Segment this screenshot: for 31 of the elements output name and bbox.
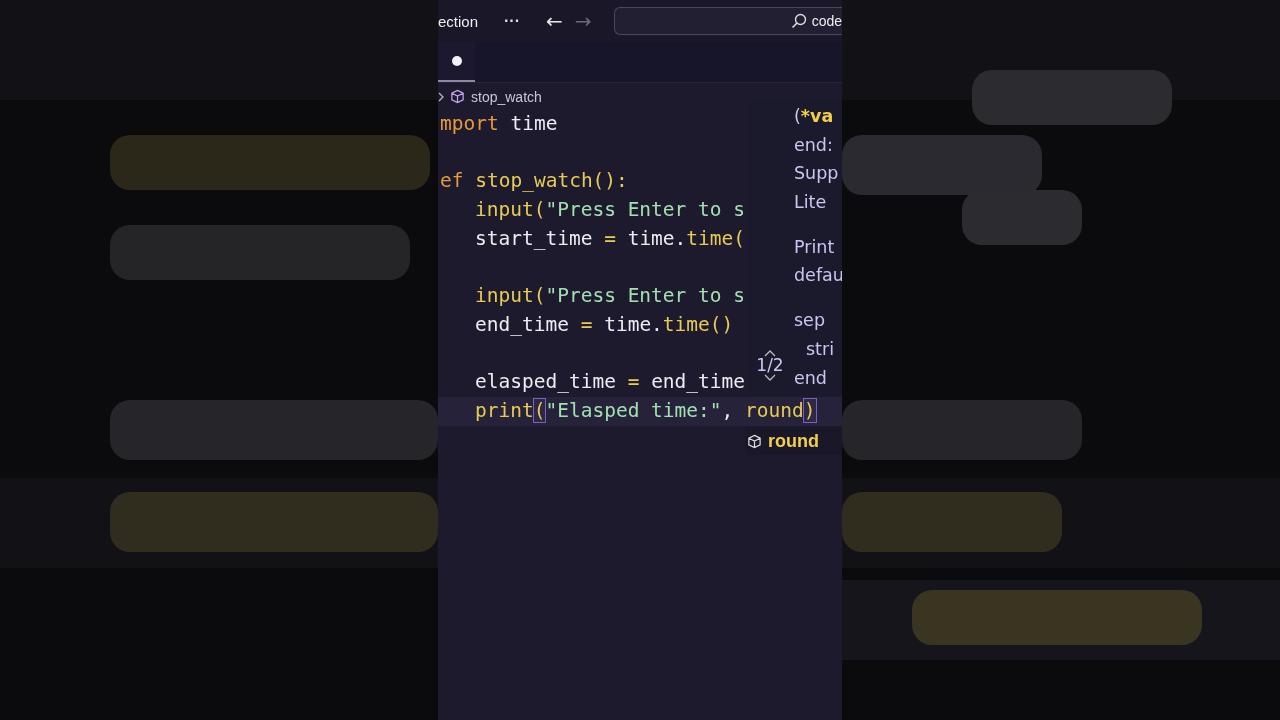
code-line: end_time = time.time(): [474, 311, 734, 338]
suggestion-item[interactable]: round: [745, 427, 842, 455]
parameter-name: sep: [794, 309, 825, 333]
code-line: print("Elasped time:", round): [474, 397, 816, 424]
parameter-doc: stri: [806, 337, 835, 361]
chevron-up-icon[interactable]: [764, 350, 776, 357]
hover-text: Lite: [794, 191, 827, 215]
code-line: elasped_time = end_time: [474, 369, 746, 396]
code-line: start_time = time.time(: [474, 225, 746, 252]
chevron-right-icon: [438, 91, 444, 102]
signature-text: (*va: [794, 105, 834, 128]
hover-text: Supp: [794, 162, 839, 186]
breadcrumb-item[interactable]: stop_watch: [471, 88, 542, 105]
cube-icon: [450, 89, 465, 104]
code-line: input("Press Enter to s: [474, 197, 746, 224]
more-button[interactable]: ···: [500, 12, 524, 30]
search-field[interactable]: code: [613, 7, 842, 35]
back-button[interactable]: ←: [542, 9, 567, 33]
menu-label[interactable]: ection: [438, 12, 479, 30]
hover-text: defau: [794, 264, 842, 288]
hover-text: Print: [794, 235, 835, 259]
cube-icon: [747, 433, 762, 449]
parameter-name: end: [794, 366, 827, 390]
hover-text: end:: [794, 133, 833, 157]
code-line: mport time: [439, 111, 558, 137]
code-line: input("Press Enter to s: [474, 283, 746, 310]
code-line: ef stop_watch():: [439, 168, 628, 195]
editor-tab[interactable]: [438, 42, 475, 82]
search-icon: [790, 13, 807, 29]
overload-counter: 1/2: [756, 357, 784, 374]
chevron-down-icon[interactable]: [764, 374, 776, 381]
